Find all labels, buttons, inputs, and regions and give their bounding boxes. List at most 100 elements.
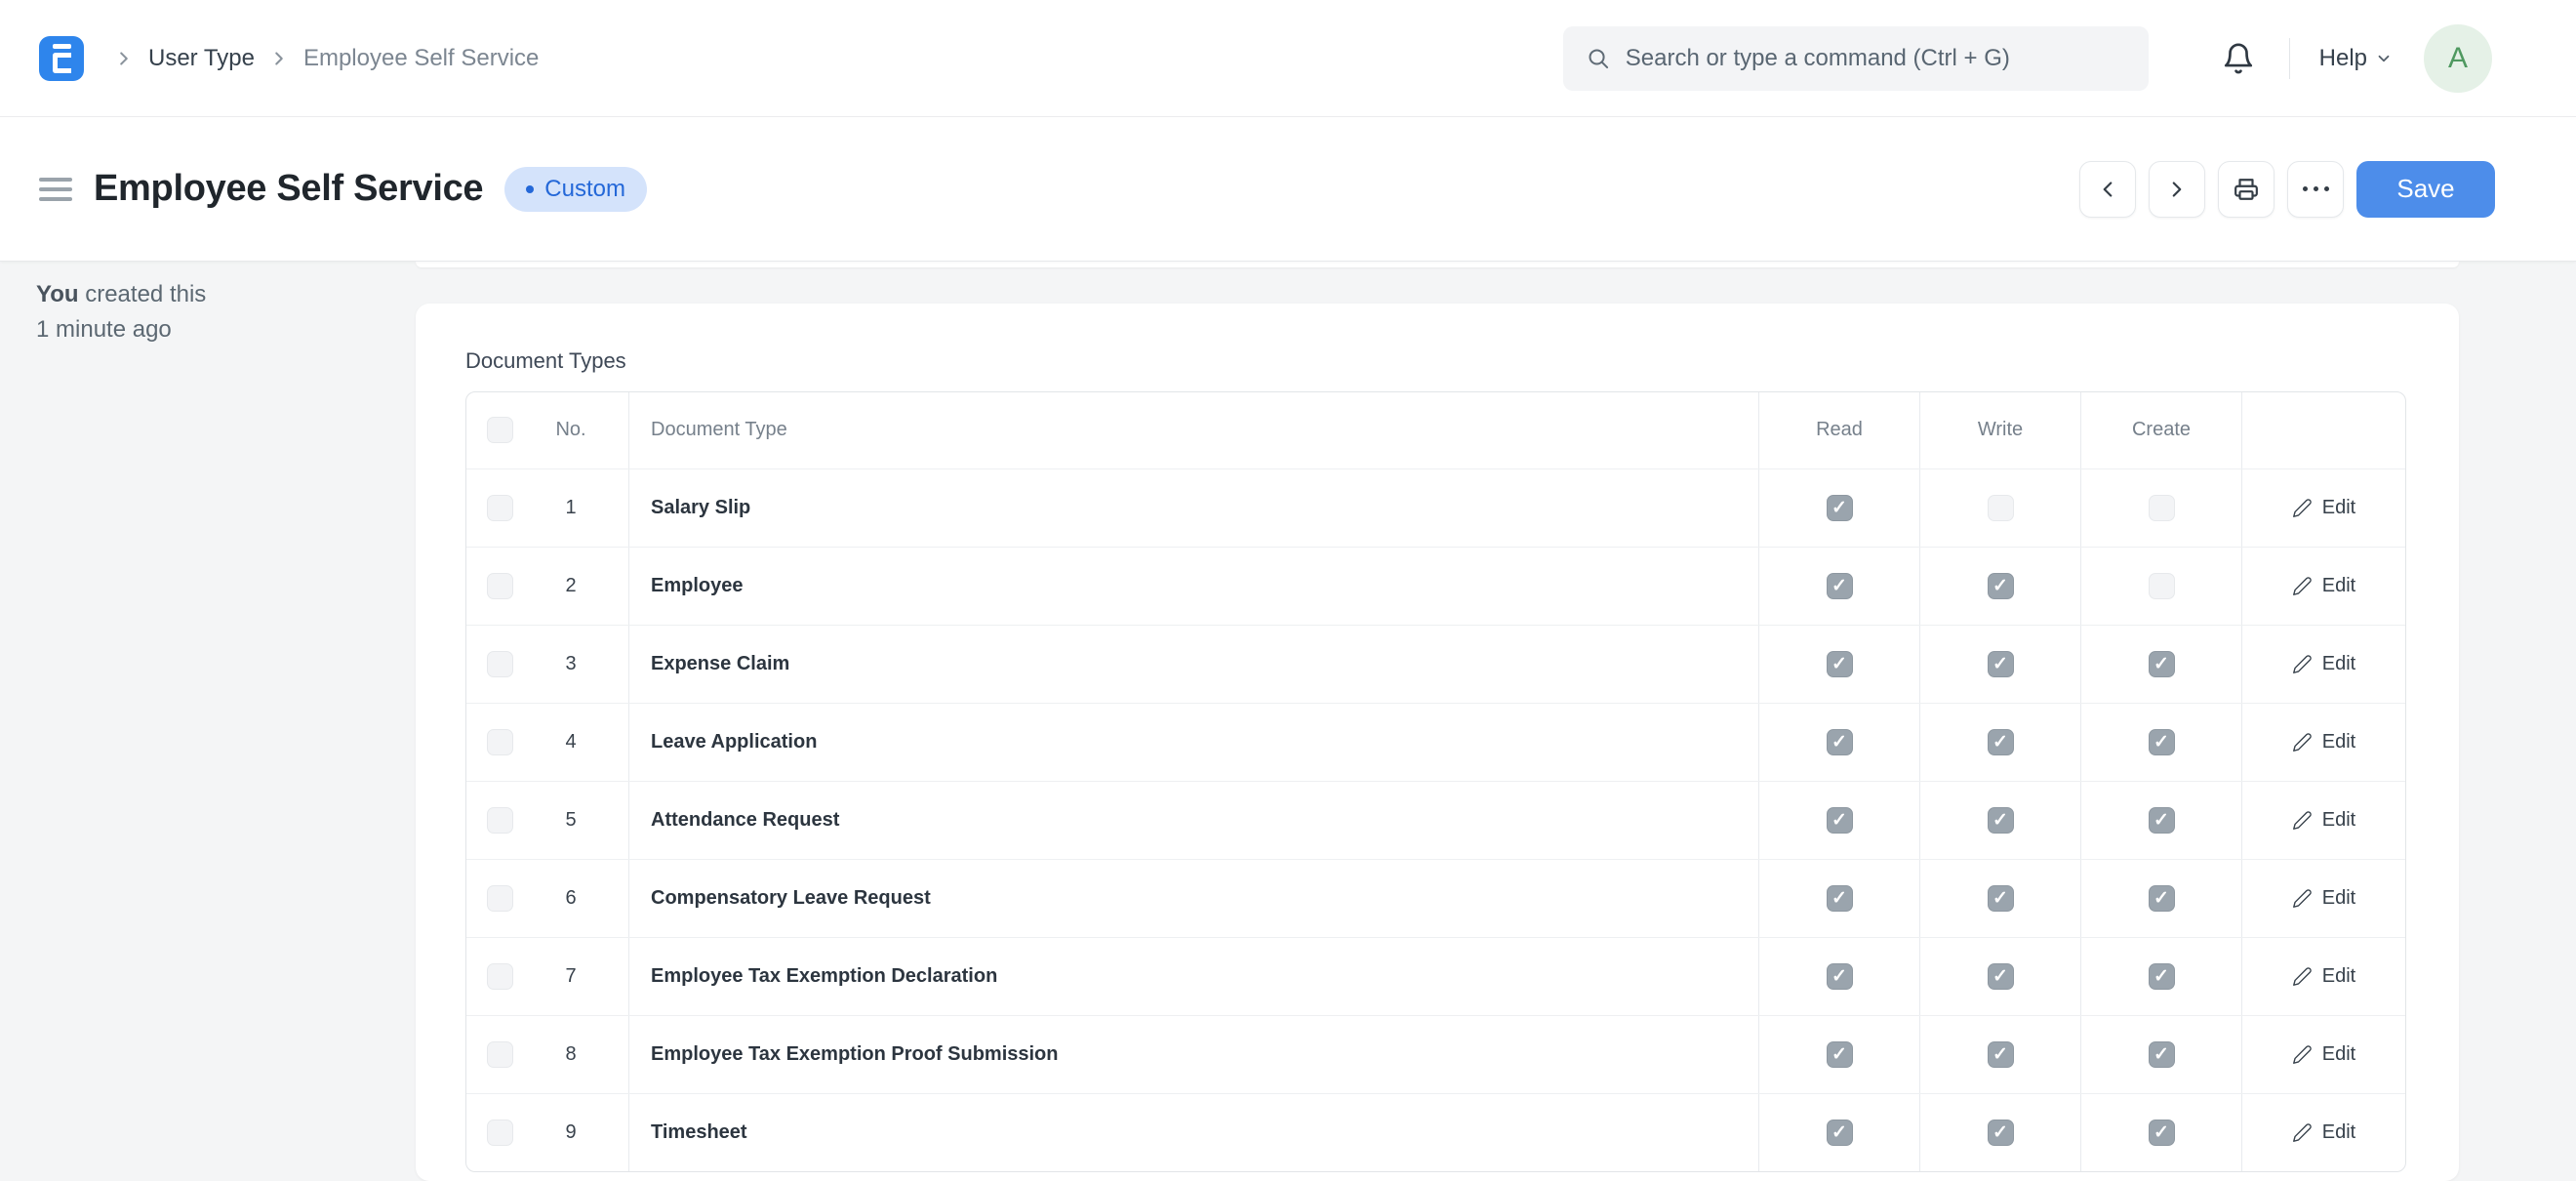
- row-select-checkbox[interactable]: [487, 1119, 513, 1146]
- row-select-checkbox[interactable]: [487, 806, 513, 834]
- document-type-name[interactable]: Attendance Request: [651, 809, 839, 832]
- row-number: 3: [565, 652, 577, 674]
- erpnext-logo[interactable]: [39, 35, 84, 81]
- save-button[interactable]: Save: [2356, 160, 2495, 218]
- chevron-right-icon: [275, 51, 283, 65]
- row-select-checkbox[interactable]: [487, 884, 513, 912]
- content: You created this 1 minute ago Document T…: [0, 262, 2576, 1181]
- row-select-checkbox[interactable]: [487, 962, 513, 990]
- previous-document-button[interactable]: [2079, 160, 2136, 218]
- write-checkbox[interactable]: [1987, 728, 2014, 755]
- document-type-name[interactable]: Employee Tax Exemption Proof Submission: [651, 1043, 1059, 1066]
- document-type-name[interactable]: Salary Slip: [651, 497, 750, 519]
- search-input[interactable]: [1625, 44, 2125, 72]
- print-button[interactable]: [2218, 160, 2274, 218]
- create-checkbox[interactable]: [2148, 572, 2175, 599]
- edit-row-button[interactable]: Edit: [2292, 1043, 2355, 1066]
- edit-row-button[interactable]: Edit: [2292, 731, 2355, 753]
- help-label: Help: [2318, 44, 2367, 71]
- create-checkbox[interactable]: [2148, 650, 2175, 677]
- edit-label: Edit: [2321, 1120, 2356, 1143]
- notifications-button[interactable]: [2217, 37, 2260, 80]
- row-number: 2: [565, 574, 577, 596]
- badge-label: Custom: [544, 175, 625, 202]
- column-no: No.: [555, 419, 586, 441]
- create-checkbox[interactable]: [2148, 962, 2175, 990]
- chevron-right-icon: [2172, 181, 2182, 197]
- read-checkbox[interactable]: [1826, 1119, 1853, 1146]
- form-sidebar: You created this 1 minute ago: [0, 262, 416, 1181]
- table-row: 5 Attendance Request Edit: [466, 780, 2405, 859]
- previous-section-card-edge: [416, 262, 2459, 267]
- write-checkbox[interactable]: [1987, 806, 2014, 834]
- edit-label: Edit: [2321, 808, 2356, 831]
- breadcrumb-user-type[interactable]: User Type: [148, 45, 255, 72]
- search-icon: [1589, 48, 1608, 68]
- edit-row-button[interactable]: Edit: [2292, 1121, 2355, 1144]
- read-checkbox[interactable]: [1826, 1040, 1853, 1068]
- badge-dot: [526, 184, 535, 193]
- create-checkbox[interactable]: [2148, 884, 2175, 912]
- row-number: 8: [565, 1042, 577, 1065]
- avatar[interactable]: A: [2424, 23, 2492, 93]
- row-select-checkbox[interactable]: [487, 572, 513, 599]
- write-checkbox[interactable]: [1987, 1119, 2014, 1146]
- read-checkbox[interactable]: [1826, 806, 1853, 834]
- row-select-checkbox[interactable]: [487, 494, 513, 521]
- create-checkbox[interactable]: [2148, 728, 2175, 755]
- write-checkbox[interactable]: [1987, 962, 2014, 990]
- edit-pencil-icon: [2292, 1045, 2312, 1064]
- global-search[interactable]: [1562, 25, 2149, 91]
- document-type-name[interactable]: Timesheet: [651, 1121, 747, 1144]
- edit-pencil-icon: [2292, 889, 2312, 908]
- table-row: 3 Expense Claim Edit: [466, 624, 2405, 703]
- edit-pencil-icon: [2292, 499, 2312, 517]
- row-select-checkbox[interactable]: [487, 650, 513, 677]
- write-checkbox[interactable]: [1987, 1040, 2014, 1068]
- document-type-name[interactable]: Compensatory Leave Request: [651, 887, 931, 910]
- document-type-name[interactable]: Leave Application: [651, 731, 817, 753]
- edit-row-button[interactable]: Edit: [2292, 965, 2355, 988]
- read-checkbox[interactable]: [1826, 572, 1853, 599]
- create-checkbox[interactable]: [2148, 1119, 2175, 1146]
- edit-label: Edit: [2321, 886, 2356, 909]
- document-type-name[interactable]: Employee Tax Exemption Declaration: [651, 965, 997, 988]
- create-checkbox[interactable]: [2148, 806, 2175, 834]
- menu-icon[interactable]: [39, 177, 72, 201]
- read-checkbox[interactable]: [1826, 494, 1853, 521]
- column-write: Write: [1977, 419, 2024, 441]
- row-number: 1: [565, 496, 577, 518]
- write-checkbox[interactable]: [1987, 572, 2014, 599]
- edit-row-button[interactable]: Edit: [2292, 653, 2355, 675]
- table-row: 2 Employee Edit: [466, 546, 2405, 625]
- read-checkbox[interactable]: [1826, 962, 1853, 990]
- table-row: 9 Timesheet Edit: [466, 1092, 2405, 1171]
- edit-row-button[interactable]: Edit: [2292, 809, 2355, 832]
- write-checkbox[interactable]: [1987, 884, 2014, 912]
- select-all-checkbox[interactable]: [487, 417, 513, 444]
- edit-row-button[interactable]: Edit: [2292, 887, 2355, 910]
- edit-row-button[interactable]: Edit: [2292, 497, 2355, 519]
- row-select-checkbox[interactable]: [487, 1040, 513, 1068]
- edit-row-button[interactable]: Edit: [2292, 575, 2355, 597]
- write-checkbox[interactable]: [1987, 494, 2014, 521]
- write-checkbox[interactable]: [1987, 650, 2014, 677]
- read-checkbox[interactable]: [1826, 650, 1853, 677]
- document-types-table: No. Document Type Read Write Create 1 Sa…: [465, 390, 2406, 1172]
- column-create: Create: [2131, 419, 2192, 441]
- edit-pencil-icon: [2292, 811, 2312, 830]
- read-checkbox[interactable]: [1826, 884, 1853, 912]
- navbar-divider: [2288, 37, 2290, 79]
- create-checkbox[interactable]: [2148, 494, 2175, 521]
- read-checkbox[interactable]: [1826, 728, 1853, 755]
- table-row: 1 Salary Slip Edit: [466, 468, 2405, 547]
- create-checkbox[interactable]: [2148, 1040, 2175, 1068]
- created-by-line: You created this: [36, 277, 386, 312]
- more-options-button[interactable]: [2287, 160, 2344, 218]
- document-type-name[interactable]: Employee: [651, 575, 743, 597]
- document-type-name[interactable]: Expense Claim: [651, 653, 789, 675]
- created-time: 1 minute ago: [36, 316, 172, 343]
- help-menu[interactable]: Help: [2319, 45, 2393, 72]
- row-select-checkbox[interactable]: [487, 728, 513, 755]
- next-document-button[interactable]: [2149, 160, 2205, 218]
